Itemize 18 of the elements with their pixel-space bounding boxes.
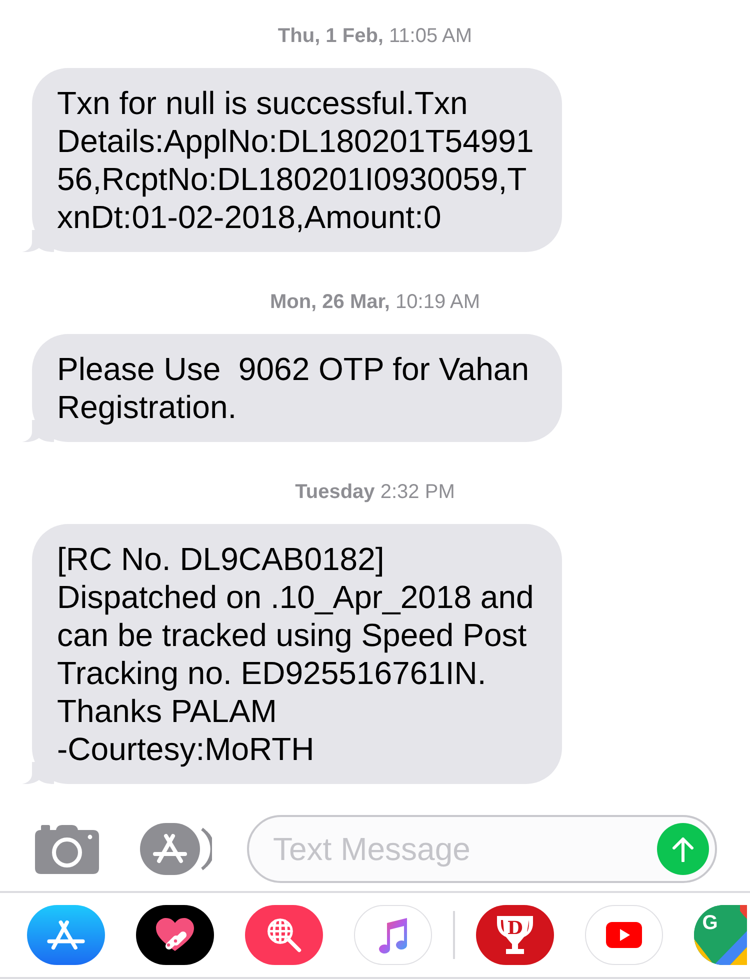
play-icon <box>606 922 642 948</box>
heart-icon <box>155 917 195 953</box>
timestamp: Mon, 26 Mar, 10:19 AM <box>270 290 480 314</box>
timestamp: Tuesday 2:32 PM <box>295 480 455 504</box>
apps-button[interactable] <box>140 823 212 875</box>
message-text: Txn for null is successful.Txn Details:ApplNo:DL180201T54991 56,RcptNo:DL180201I0930059,T xnDt:01-02-2018,Amount:0 <box>57 84 534 236</box>
globe-search-icon <box>265 916 303 954</box>
a-shape-icon <box>47 919 85 951</box>
message-text: Please Use 9062 OTP for Vahan Registration. <box>57 350 529 426</box>
app-button[interactable]: D <box>476 905 554 965</box>
timestamp: Thu, 1 Feb, 11:05 AM <box>278 24 472 48</box>
message-text: [RC No. DL9CAB0182] Dispatched on .10_Apr_2018 and can be tracked using Speed Post Tracking no. ED925516761IN. Thanks PALAM -Courtesy:MoRTH <box>57 540 534 768</box>
camera-button[interactable] <box>35 824 99 874</box>
app-button[interactable]: G <box>694 905 747 965</box>
camera-icon <box>35 824 99 874</box>
arrow-up-icon <box>671 836 695 862</box>
a-shape-icon <box>140 823 212 875</box>
music-note-icon <box>376 915 410 955</box>
